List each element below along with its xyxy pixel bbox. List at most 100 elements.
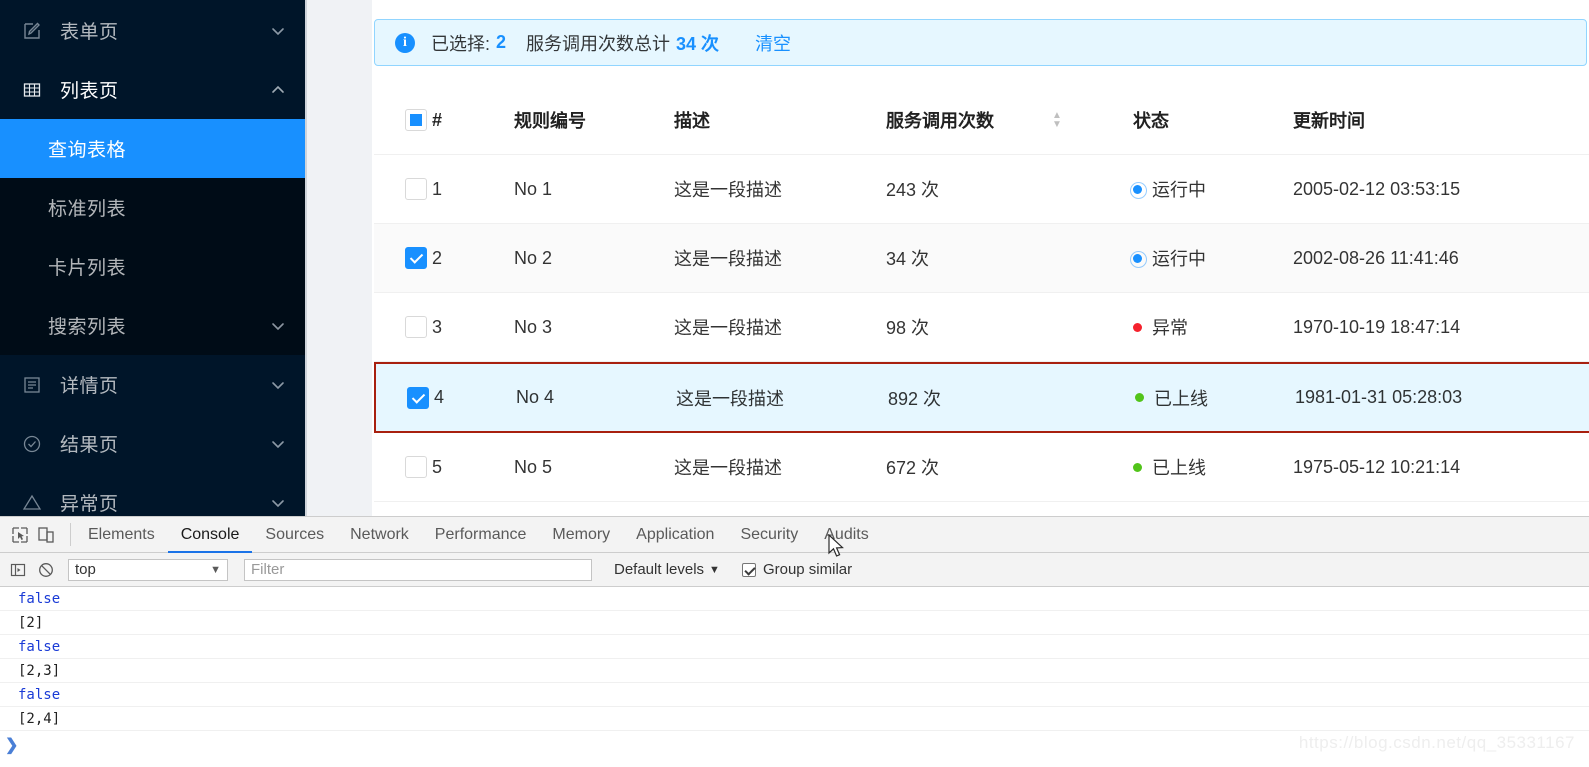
chevron-down-icon: ▼ (210, 563, 221, 576)
table-row[interactable]: 4 No 4 这是一段描述 892 次 已上线 1981-01-31 05:28… (374, 362, 1589, 433)
row-checkbox-cell[interactable] (374, 247, 432, 270)
row-updated: 1975-05-12 10:21:14 (1293, 456, 1461, 477)
column-header-desc: 描述 (674, 111, 710, 131)
sidebar: 仪表盘 表单页 列表页 查询表格 标准列表 (0, 0, 305, 516)
sidebar-item-label: 结果页 (60, 435, 119, 456)
row-status: 异常 (1133, 314, 1293, 340)
console-line: false (0, 683, 1589, 707)
row-checkbox[interactable] (405, 178, 427, 201)
row-checkbox[interactable] (405, 316, 427, 339)
sidebar-item-list[interactable]: 列表页 (0, 60, 305, 119)
row-checkbox-cell[interactable] (376, 386, 434, 409)
row-checkbox[interactable] (405, 247, 427, 270)
inspect-element-icon[interactable] (7, 522, 33, 548)
chevron-down-icon[interactable] (267, 20, 289, 42)
alert-selected-count: 2 (496, 32, 507, 52)
select-all-checkbox-cell[interactable] (374, 109, 432, 132)
console-filter-placeholder: Filter (251, 561, 285, 578)
console-line: false (0, 587, 1589, 611)
status-dot-error-icon (1133, 322, 1142, 332)
tab-elements[interactable]: Elements (75, 517, 168, 552)
console-output: false [2] false [2,3] false [2,4] ❯ (0, 587, 1589, 759)
clear-console-icon[interactable] (34, 558, 58, 582)
sidebar-item-query-table[interactable]: 查询表格 (0, 119, 305, 178)
console-prompt[interactable]: ❯ (0, 731, 1589, 759)
row-checkbox-cell[interactable] (374, 316, 432, 339)
row-index: 3 (432, 316, 443, 337)
sidebar-item-search-list[interactable]: 搜索列表 (0, 296, 305, 355)
console-sidebar-toggle-icon[interactable] (6, 558, 30, 582)
alert-total-label: 服务调用次数总计 (526, 33, 671, 54)
row-rule: No 4 (516, 387, 555, 407)
group-similar-toggle[interactable]: Group similar (741, 561, 853, 578)
tab-application[interactable]: Application (623, 517, 727, 552)
sidebar-subitem-label: 查询表格 (48, 140, 127, 161)
tab-security[interactable]: Security (727, 517, 811, 552)
row-calls: 672 次 (886, 458, 940, 478)
column-header-index: # (432, 109, 443, 130)
status-label: 已上线 (1154, 388, 1208, 409)
selection-alert-banner: i 已选择: 2 服务调用次数总计 34 次 清空 (374, 19, 1587, 66)
sidebar-item-detail[interactable]: 详情页 (0, 355, 305, 414)
column-header-rule: 规则编号 (514, 111, 586, 131)
console-line: [2,4] (0, 707, 1589, 731)
device-toolbar-icon[interactable] (33, 522, 59, 548)
row-checkbox-cell[interactable] (374, 178, 432, 201)
status-dot-running-icon (1130, 181, 1147, 199)
profile-icon (20, 373, 44, 397)
chevron-up-icon[interactable] (267, 79, 289, 101)
console-filterbar: top ▼ Filter Default levels ▼ Group simi… (0, 553, 1589, 587)
chevron-down-icon[interactable] (267, 492, 289, 514)
execution-context-select[interactable]: top ▼ (68, 558, 228, 581)
warning-icon (20, 491, 44, 515)
chevron-down-icon[interactable] (267, 315, 289, 337)
row-index: 1 (432, 178, 443, 199)
sort-toggle-icon[interactable]: ▲ ▼ (1052, 111, 1062, 130)
log-levels-dropdown[interactable]: Default levels ▼ (614, 561, 720, 578)
tab-console[interactable]: Console (167, 517, 253, 553)
check-circle-icon (20, 432, 44, 456)
table-row[interactable]: 2 No 2 这是一段描述 34 次 运行中 2002-08-26 11:41:… (374, 224, 1589, 293)
row-status: 运行中 (1130, 176, 1293, 202)
tab-memory[interactable]: Memory (539, 517, 623, 552)
group-similar-checkbox[interactable] (741, 562, 756, 577)
row-checkbox[interactable] (407, 386, 429, 409)
tab-network[interactable]: Network (337, 517, 422, 552)
table-row[interactable]: 1 No 1 这是一段描述 243 次 运行中 2005-02-12 03:53… (374, 155, 1589, 224)
chevron-down-icon[interactable] (267, 374, 289, 396)
sidebar-item-card-list[interactable]: 卡片列表 (0, 237, 305, 296)
table-row[interactable]: 3 No 3 这是一段描述 98 次 异常 1970-10-19 18:47:1… (374, 293, 1589, 362)
status-label: 运行中 (1152, 180, 1206, 200)
group-similar-label: Group similar (762, 561, 853, 578)
tab-audits[interactable]: Audits (811, 517, 881, 552)
select-all-checkbox[interactable] (405, 109, 427, 132)
clear-selection-link[interactable]: 清空 (755, 30, 791, 56)
toolbar-divider (70, 523, 71, 546)
row-desc: 这是一段描述 (676, 388, 784, 409)
chevron-down-icon[interactable] (267, 433, 289, 455)
row-checkbox[interactable] (405, 456, 427, 479)
sidebar-item-form[interactable]: 表单页 (0, 1, 305, 60)
tab-sources[interactable]: Sources (252, 517, 337, 552)
content-gutter (305, 0, 372, 516)
prompt-chevron-icon: ❯ (5, 737, 19, 754)
sidebar-submenu-list: 查询表格 标准列表 卡片列表 搜索列表 (0, 119, 305, 355)
row-index: 5 (432, 456, 443, 477)
row-checkbox-cell[interactable] (374, 456, 432, 479)
devtools-left-icons (0, 517, 66, 552)
sidebar-item-standard-list[interactable]: 标准列表 (0, 178, 305, 237)
row-desc: 这是一段描述 (674, 249, 782, 269)
console-line: [2] (0, 611, 1589, 635)
sidebar-item-result[interactable]: 结果页 (0, 414, 305, 473)
status-badge: 已上线 (1133, 454, 1206, 480)
table-row[interactable]: 5 No 5 这是一段描述 672 次 已上线 1975-05-12 10:21… (374, 433, 1589, 502)
console-filter-input[interactable]: Filter (244, 558, 592, 581)
column-header-status: 状态 (1133, 111, 1169, 131)
devtools-tabs: Elements Console Sources Network Perform… (75, 517, 882, 553)
sidebar-item-exception[interactable]: 异常页 (0, 473, 305, 516)
sidebar-subitem-label: 标准列表 (48, 199, 127, 220)
row-updated: 2002-08-26 11:41:46 (1293, 247, 1459, 268)
column-header-calls[interactable]: 服务调用次数 ▲ ▼ (886, 107, 1133, 133)
tab-performance[interactable]: Performance (422, 517, 540, 552)
row-rule: No 1 (514, 178, 553, 199)
